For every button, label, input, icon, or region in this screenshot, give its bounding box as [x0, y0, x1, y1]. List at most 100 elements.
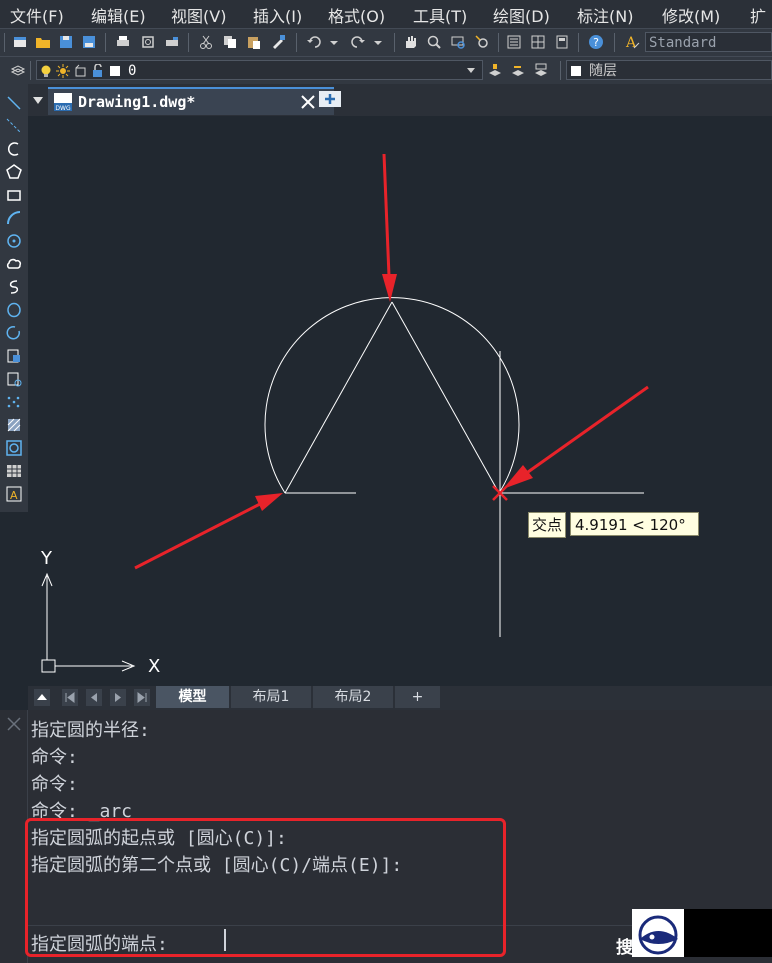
help-icon[interactable]: ? — [588, 34, 604, 50]
add-layout-button[interactable]: + — [395, 686, 440, 708]
drawing-canvas[interactable]: Y X — [28, 116, 772, 686]
svg-text:A: A — [10, 489, 18, 502]
tab-layout1[interactable]: 布局1 — [231, 686, 311, 708]
first-layout-icon[interactable] — [62, 689, 78, 706]
paste-icon[interactable] — [246, 34, 262, 50]
toolbar-separator — [578, 33, 579, 52]
arc-icon[interactable] — [5, 209, 23, 227]
toolbar-grip — [4, 33, 5, 52]
menu-format[interactable]: 格式(O) — [328, 3, 385, 27]
design-center-icon[interactable] — [530, 34, 546, 50]
menu-tools[interactable]: 工具(T) — [413, 3, 467, 27]
open-folder-icon[interactable] — [35, 34, 51, 50]
line-right — [391, 301, 500, 494]
toolbar-separator — [105, 33, 106, 52]
polygon-icon[interactable] — [5, 163, 23, 181]
zoom-window-icon[interactable] — [450, 34, 466, 50]
text-style-icon[interactable]: A — [624, 34, 640, 50]
expand-up-icon[interactable] — [34, 689, 50, 706]
close-icon[interactable] — [300, 94, 316, 114]
snap-tooltip-value: 4.9191 < 120° — [570, 512, 699, 536]
menu-modify[interactable]: 修改(M) — [662, 3, 720, 27]
tab-menu-chevron-icon[interactable] — [32, 92, 44, 111]
layer-states-icon[interactable] — [533, 62, 549, 78]
menu-insert[interactable]: 插入(I) — [253, 3, 302, 27]
revision-cloud-icon[interactable] — [5, 255, 23, 273]
menu-file[interactable]: 文件(F) — [10, 3, 64, 27]
layer-previous-icon[interactable] — [510, 62, 526, 78]
ellipse-arc-icon[interactable] — [5, 324, 23, 342]
hatch-icon[interactable] — [5, 416, 23, 434]
new-tab-icon[interactable] — [318, 90, 342, 112]
spline-icon[interactable] — [5, 278, 23, 296]
toolbar-separator — [30, 61, 31, 80]
color-select[interactable]: 随层 — [566, 60, 772, 80]
polyline-icon[interactable] — [5, 140, 23, 158]
copy-icon[interactable] — [222, 34, 238, 50]
tab-layout2[interactable]: 布局2 — [313, 686, 393, 708]
save-as-icon[interactable] — [81, 34, 97, 50]
zoom-realtime-icon[interactable] — [426, 34, 442, 50]
layer-color-swatch — [110, 66, 120, 76]
new-file-icon[interactable] — [12, 34, 28, 50]
menu-edit[interactable]: 编辑(E) — [91, 3, 146, 27]
zoom-previous-icon[interactable] — [474, 34, 490, 50]
snap-tooltip-label: 交点 — [528, 512, 567, 538]
ucs-y-label: Y — [41, 548, 52, 569]
region-icon[interactable] — [5, 439, 23, 457]
text-style-select[interactable]: Standard — [645, 32, 772, 52]
cut-icon[interactable] — [198, 34, 214, 50]
tab-model[interactable]: 模型 — [156, 686, 229, 708]
insert-block-icon[interactable] — [5, 347, 23, 365]
color-swatch — [571, 66, 581, 76]
tool-palettes-icon[interactable] — [554, 34, 570, 50]
ellipse-icon[interactable] — [5, 301, 23, 319]
close-command-icon[interactable] — [6, 716, 22, 736]
ucs-icon — [41, 572, 136, 673]
chevron-down-icon[interactable] — [465, 61, 477, 85]
next-layout-icon[interactable] — [110, 689, 126, 706]
redo-icon[interactable] — [350, 34, 366, 50]
circle-icon[interactable] — [5, 232, 23, 250]
tab-drawing1[interactable]: DWG Drawing1.dwg* — [48, 87, 334, 115]
menu-draw[interactable]: 绘图(D) — [493, 3, 550, 27]
undo-dropdown-icon[interactable] — [326, 34, 342, 50]
document-tab-bar: DWG Drawing1.dwg* — [28, 84, 772, 116]
make-block-icon[interactable] — [5, 370, 23, 388]
layer-toolbar: 0 随层 — [0, 56, 772, 84]
rectangle-icon[interactable] — [5, 186, 23, 204]
toolbar-separator — [560, 61, 561, 80]
layer-select[interactable]: 0 — [36, 60, 483, 80]
menu-view[interactable]: 视图(V) — [171, 3, 226, 27]
last-layout-icon[interactable] — [134, 689, 150, 706]
multiline-text-icon[interactable]: A — [5, 485, 23, 503]
save-icon[interactable] — [58, 34, 74, 50]
point-icon[interactable] — [5, 393, 23, 411]
annotation-arrow-left — [134, 493, 283, 570]
toolbar-separator — [498, 33, 499, 52]
previous-layout-icon[interactable] — [86, 689, 102, 706]
construction-line-icon[interactable] — [5, 117, 23, 135]
menu-extend[interactable]: 扩 — [750, 3, 766, 27]
plot-icon[interactable] — [164, 34, 180, 50]
menu-dimension[interactable]: 标注(N) — [577, 3, 633, 27]
toolbar-separator — [394, 33, 395, 52]
toolbar-separator — [296, 33, 297, 52]
pan-hand-icon[interactable] — [402, 34, 418, 50]
layer-manager-icon[interactable] — [10, 62, 26, 78]
undo-icon[interactable] — [306, 34, 322, 50]
standard-toolbar: ? A Standard — [0, 28, 772, 56]
redo-dropdown-icon[interactable] — [370, 34, 386, 50]
svg-text:A: A — [625, 35, 637, 50]
match-properties-icon[interactable] — [270, 34, 286, 50]
arc — [264, 297, 520, 494]
search-label: 搜 — [616, 938, 633, 958]
line-left — [284, 301, 393, 494]
make-object-layer-current-icon[interactable] — [487, 62, 503, 78]
print-icon[interactable] — [115, 34, 131, 50]
table-icon[interactable] — [5, 462, 23, 480]
properties-icon[interactable] — [506, 34, 522, 50]
print-preview-icon[interactable] — [140, 34, 156, 50]
line-icon[interactable] — [5, 94, 23, 112]
layout-tab-bar: 模型 布局1 布局2 + — [28, 686, 772, 710]
